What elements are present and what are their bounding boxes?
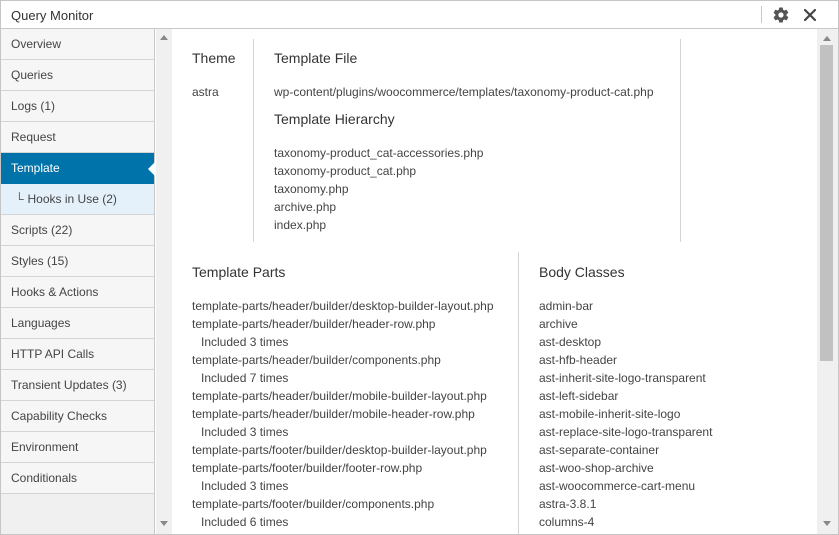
list-item: columns-4	[539, 515, 595, 529]
sidebar-item-scripts[interactable]: Scripts (22)	[1, 215, 154, 246]
list-item: template-parts/header/builder/mobile-bui…	[192, 389, 487, 403]
scroll-down-arrow-icon[interactable]	[823, 521, 831, 526]
sidebar-item-label: Hooks & Actions	[11, 285, 99, 299]
sidebar-item-label: Transient Updates (3)	[11, 378, 127, 392]
list-item: admin-bar	[539, 299, 594, 313]
list-item: index.php	[274, 218, 327, 232]
list-item: taxonomy.php	[274, 182, 349, 196]
list-item: template-parts/header/builder/components…	[192, 353, 441, 367]
sidebar-item-label: Environment	[11, 440, 79, 454]
sidebar-item-label: Capability Checks	[11, 409, 108, 423]
column-divider	[518, 252, 519, 534]
sidebar-item-hooks-actions[interactable]: Hooks & Actions	[1, 277, 154, 308]
body-classes-heading: Body Classes	[539, 264, 625, 280]
column-divider	[680, 39, 681, 242]
list-item: template-parts/header/builder/mobile-hea…	[192, 407, 475, 421]
title-bar: Query Monitor	[1, 1, 838, 29]
template-parts-heading: Template Parts	[192, 264, 286, 280]
sidebar-item-label: Scripts (22)	[11, 223, 73, 237]
scroll-up-arrow-icon[interactable]	[823, 36, 831, 41]
subitem-branch-glyph: └	[15, 192, 24, 206]
sidebar-item-label: Template	[11, 161, 60, 175]
window-title: Query Monitor	[11, 8, 94, 23]
body-classes-list: admin-bar archive ast-desktop ast-hfb-he…	[539, 297, 712, 531]
sidebar-scrollbar[interactable]	[156, 29, 172, 534]
template-panel: Theme astra Template File wp-content/plu…	[172, 29, 817, 534]
template-file-heading: Template File	[274, 50, 358, 66]
sidebar-item-label: Queries	[11, 68, 54, 82]
list-item: template-parts/footer/builder/footer-row…	[192, 461, 423, 475]
include-count: Included 6 times	[201, 515, 289, 529]
close-icon[interactable]	[801, 6, 819, 24]
sidebar-item-request[interactable]: Request	[1, 122, 154, 153]
sidebar-item-label: Languages	[11, 316, 71, 330]
sidebar-item-label: Conditionals	[11, 471, 78, 485]
template-parts-list: template-parts/header/builder/desktop-bu…	[192, 297, 494, 531]
content-scrollbar[interactable]	[817, 29, 838, 534]
list-item: ast-left-sidebar	[539, 389, 619, 403]
column-divider	[253, 39, 254, 242]
list-item: ast-inherit-site-logo-transparent	[539, 371, 706, 385]
sidebar-item-queries[interactable]: Queries	[1, 60, 154, 91]
list-item: taxonomy-product_cat-accessories.php	[274, 146, 484, 160]
list-item: template-parts/footer/builder/components…	[192, 497, 435, 511]
sidebar-item-environment[interactable]: Environment	[1, 432, 154, 463]
list-item: template-parts/footer/builder/desktop-bu…	[192, 443, 487, 457]
sidebar-item-logs[interactable]: Logs (1)	[1, 91, 154, 122]
sidebar-item-label: Styles (15)	[11, 254, 69, 268]
list-item: taxonomy-product_cat.php	[274, 164, 417, 178]
template-hierarchy-list: taxonomy-product_cat-accessories.php tax…	[274, 144, 483, 234]
sidebar-item-template[interactable]: Template	[1, 153, 155, 184]
title-bar-divider	[761, 6, 762, 23]
sidebar-item-languages[interactable]: Languages	[1, 308, 154, 339]
theme-heading: Theme	[192, 50, 236, 66]
sidebar-nav: Overview Queries Logs (1) Request Templa…	[1, 29, 155, 534]
list-item: ast-replace-site-logo-transparent	[539, 425, 713, 439]
list-item: ast-woo-shop-archive	[539, 461, 654, 475]
sidebar-item-hooks-in-use[interactable]: └ Hooks in Use (2)	[1, 184, 154, 215]
list-item: template-parts/header/builder/desktop-bu…	[192, 299, 494, 313]
sidebar-item-label: Request	[11, 130, 56, 144]
scroll-down-arrow-icon[interactable]	[160, 521, 168, 526]
include-count: Included 3 times	[201, 335, 289, 349]
sidebar-item-conditionals[interactable]: Conditionals	[1, 463, 154, 494]
include-count: Included 7 times	[201, 371, 289, 385]
sidebar-item-capability-checks[interactable]: Capability Checks	[1, 401, 154, 432]
sidebar-item-label: Overview	[11, 37, 62, 51]
list-item: archive.php	[274, 200, 337, 214]
template-hierarchy-heading: Template Hierarchy	[274, 111, 395, 127]
list-item: template-parts/header/builder/header-row…	[192, 317, 436, 331]
sidebar-item-http-api-calls[interactable]: HTTP API Calls	[1, 339, 154, 370]
list-item: ast-woocommerce-cart-menu	[539, 479, 696, 493]
include-count: Included 3 times	[201, 425, 289, 439]
sidebar-item-styles[interactable]: Styles (15)	[1, 246, 154, 277]
gear-icon[interactable]	[772, 6, 790, 24]
list-item: ast-desktop	[539, 335, 602, 349]
list-item: astra-3.8.1	[539, 497, 597, 511]
include-count: Included 3 times	[201, 479, 289, 493]
sidebar-item-label: HTTP API Calls	[11, 347, 95, 361]
scrollbar-thumb[interactable]	[820, 45, 833, 361]
list-item: archive	[539, 317, 578, 331]
sidebar-item-overview[interactable]: Overview	[1, 29, 154, 60]
query-monitor-window: Query Monitor Overview Queries Logs (1) …	[0, 0, 839, 535]
scroll-up-arrow-icon[interactable]	[160, 35, 168, 40]
template-file-value: wp-content/plugins/woocommerce/templates…	[274, 85, 654, 99]
theme-value: astra	[192, 85, 219, 99]
sidebar-item-label: Hooks in Use (2)	[27, 192, 117, 206]
list-item: ast-separate-container	[539, 443, 660, 457]
list-item: ast-mobile-inherit-site-logo	[539, 407, 681, 421]
list-item: ast-hfb-header	[539, 353, 618, 367]
sidebar-item-transient-updates[interactable]: Transient Updates (3)	[1, 370, 154, 401]
sidebar-item-label: Logs (1)	[11, 99, 56, 113]
